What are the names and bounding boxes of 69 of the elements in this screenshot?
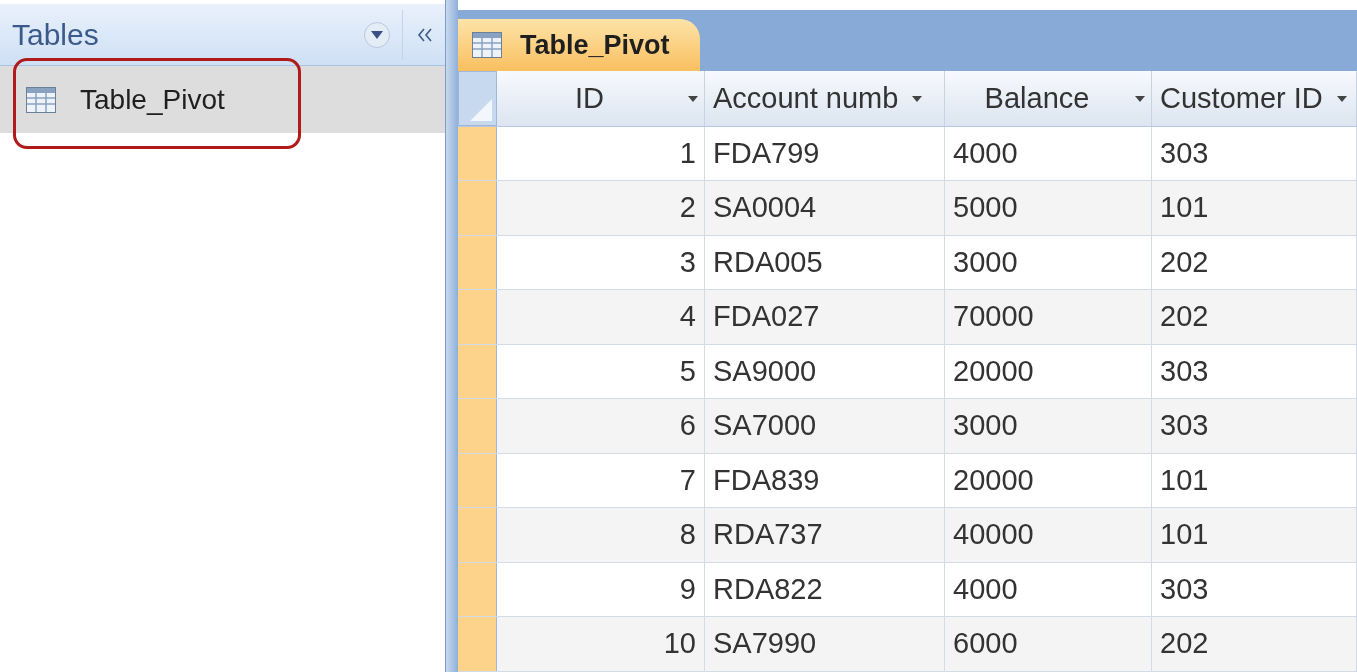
pane-title: Tables [12, 17, 100, 53]
table-cell: SA7990 [705, 617, 945, 671]
row-selector[interactable] [458, 235, 497, 290]
row-selector[interactable] [458, 617, 497, 671]
table-cell: 202 [1152, 617, 1357, 671]
table-cell: 2 [497, 181, 705, 235]
table-cell: 6 [497, 399, 705, 453]
caret-icon [1336, 95, 1347, 102]
caret-icon [912, 95, 923, 102]
table-cell: 303 [1152, 126, 1357, 181]
table-cell: 1 [497, 126, 705, 181]
table-icon [26, 86, 56, 113]
table-cell: 7 [497, 453, 705, 508]
table-cell: 303 [1152, 399, 1357, 453]
table-cell: 4000 [945, 562, 1152, 617]
table-cell: 9 [497, 562, 705, 617]
table-cell: 20000 [945, 453, 1152, 508]
table-cell: FDA799 [705, 126, 945, 181]
caret-icon [1135, 95, 1145, 102]
table-cell: 101 [1152, 508, 1357, 562]
row-selector[interactable] [458, 508, 497, 562]
column-header[interactable]: Balance [945, 71, 1152, 126]
table-icon [472, 32, 502, 59]
row-selector[interactable] [458, 290, 497, 344]
caret-icon [371, 30, 383, 39]
table-cell: SA7000 [705, 399, 945, 453]
dropdown-button[interactable] [364, 21, 390, 48]
double-chevron-icon [417, 27, 433, 42]
table-cell: RDA005 [705, 235, 945, 290]
pane-splitter[interactable] [445, 0, 458, 672]
table-cell: 202 [1152, 235, 1357, 290]
row-selector[interactable] [458, 344, 497, 399]
caret-icon [688, 95, 698, 102]
table-cell: 5000 [945, 181, 1152, 235]
table-cell: 303 [1152, 344, 1357, 399]
row-selector[interactable] [458, 399, 497, 453]
table-cell: 20000 [945, 344, 1152, 399]
triangle-icon [470, 98, 492, 121]
table-cell: 3000 [945, 399, 1152, 453]
table-cell: 4000 [945, 126, 1152, 181]
table-cell: 40000 [945, 508, 1152, 562]
row-selector[interactable] [458, 181, 497, 235]
table-cell: RDA737 [705, 508, 945, 562]
table-cell: 70000 [945, 290, 1152, 344]
table-cell: 6000 [945, 617, 1152, 671]
table-cell: RDA822 [705, 562, 945, 617]
row-selector[interactable] [458, 126, 497, 181]
column-header[interactable]: ID [497, 71, 705, 126]
table-cell: 101 [1152, 181, 1357, 235]
table-cell: 303 [1152, 562, 1357, 617]
table-cell: 8 [497, 508, 705, 562]
table-cell: SA9000 [705, 344, 945, 399]
table-cell: 3000 [945, 235, 1152, 290]
row-selector[interactable] [458, 562, 497, 617]
table-cell: 202 [1152, 290, 1357, 344]
column-header[interactable]: Account numb [705, 71, 945, 126]
document-tab[interactable]: Table_Pivot [458, 19, 700, 72]
table-cell: 101 [1152, 453, 1357, 508]
table-cell: 5 [497, 344, 705, 399]
table-cell: SA0004 [705, 181, 945, 235]
select-all-corner[interactable] [458, 71, 497, 126]
table-cell: FDA027 [705, 290, 945, 344]
column-header[interactable]: Customer ID [1152, 71, 1357, 126]
navigation-item[interactable]: Table_Pivot [0, 66, 445, 133]
table-cell: 4 [497, 290, 705, 344]
table-cell: FDA839 [705, 453, 945, 508]
row-selector[interactable] [458, 453, 497, 508]
table-cell: 10 [497, 617, 705, 671]
table-cell: 3 [497, 235, 705, 290]
